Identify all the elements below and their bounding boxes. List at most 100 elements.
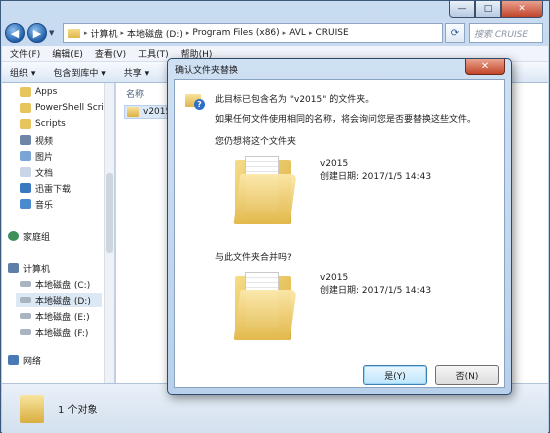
dialog-message: 此目标已包含名为 "v2015" 的文件夹。 [215, 95, 375, 105]
picture-library-icon [20, 151, 31, 161]
music-library-icon [20, 199, 31, 209]
breadcrumb-drive-d[interactable]: 本地磁盘 (D:) [127, 27, 183, 40]
folder-icon [68, 28, 80, 38]
nav-item-label: 本地磁盘 (C:) [35, 280, 91, 291]
nav-item-label: 计算机 [23, 264, 51, 275]
nav-item-label: 迅雷下载 [35, 184, 72, 195]
navigation-pane: Apps PowerShell Scri Scripts 视频 图片 文档 迅雷… [2, 83, 115, 383]
nav-item-music[interactable]: 音乐 [20, 197, 53, 211]
close-button[interactable]: ✕ [501, 1, 543, 18]
nav-drive-c[interactable]: 本地磁盘 (C:) [20, 277, 90, 291]
nav-item-label: 本地磁盘 (D:) [35, 296, 91, 307]
video-library-icon [20, 135, 31, 145]
no-button[interactable]: 否(N) [435, 365, 499, 385]
menu-edit[interactable]: 编辑(E) [52, 47, 83, 60]
target-folder-icon [233, 272, 297, 342]
nav-item-label: 音乐 [35, 200, 54, 211]
nav-computer[interactable]: 计算机 [8, 261, 50, 275]
nav-drive-f[interactable]: 本地磁盘 (F:) [20, 325, 88, 339]
breadcrumb-separator-icon: ▸ [120, 29, 125, 37]
scrollbar-thumb[interactable] [106, 173, 113, 253]
breadcrumb-separator-icon: ▸ [308, 29, 313, 37]
nav-item-label: PowerShell Scri [35, 103, 104, 113]
back-button[interactable]: ◀ [5, 23, 25, 43]
homegroup-icon [8, 231, 19, 241]
nav-scrollbar[interactable] [104, 83, 114, 383]
folder-icon [20, 103, 31, 113]
refresh-button[interactable]: ⟳ [445, 23, 465, 43]
nav-item-downloads[interactable]: 迅雷下载 [20, 181, 71, 195]
column-header-name[interactable]: 名称 [126, 87, 144, 100]
menu-tools[interactable]: 工具(T) [138, 47, 169, 60]
drive-icon [20, 297, 31, 303]
dialog-title: 确认文件夹替换 [175, 66, 239, 76]
source-folder-name: v2015 [320, 159, 349, 169]
network-icon [8, 355, 19, 365]
dialog-body: ? 此目标已包含名为 "v2015" 的文件夹。 如果任何文件使用相同的名称，将… [174, 79, 505, 388]
folder-icon [20, 119, 31, 129]
breadcrumb-separator-icon: ▸ [282, 29, 287, 37]
breadcrumb-separator-icon: ▸ [185, 29, 190, 37]
nav-item-videos[interactable]: 视频 [20, 133, 53, 147]
address-bar[interactable]: ▸ 计算机 ▸ 本地磁盘 (D:) ▸ Program Files (x86) … [63, 23, 443, 43]
download-library-icon [20, 183, 31, 193]
dialog-detail: 如果任何文件使用相同的名称，将会询问您是否要替换这些文件。 [215, 115, 477, 125]
drive-icon [20, 329, 31, 335]
menu-view[interactable]: 查看(V) [95, 47, 126, 60]
organize-button[interactable]: 组织 ▾ [10, 66, 35, 79]
nav-item-apps[interactable]: Apps [20, 85, 57, 99]
dialog-close-button[interactable]: ✕ [465, 59, 505, 75]
nav-item-label: Scripts [35, 119, 66, 129]
nav-item-label: 文档 [35, 168, 54, 179]
nav-network[interactable]: 网络 [8, 353, 41, 367]
confirm-folder-replace-dialog: 确认文件夹替换 ✕ ? 此目标已包含名为 "v2015" 的文件夹。 如果任何文… [167, 58, 512, 395]
close-icon: ✕ [480, 61, 490, 72]
nav-item-scripts[interactable]: Scripts [20, 117, 66, 131]
maximize-button[interactable]: □ [475, 1, 501, 18]
nav-item-label: 图片 [35, 152, 54, 163]
nav-homegroup[interactable]: 家庭组 [8, 229, 50, 243]
dialog-question-source: 您仍想将这个文件夹 [215, 137, 297, 147]
forward-button[interactable]: ▶ [27, 23, 47, 43]
caption-buttons: — □ ✕ [449, 1, 543, 18]
breadcrumb-program-files[interactable]: Program Files (x86) [192, 28, 279, 38]
document-library-icon [20, 167, 31, 177]
target-folder-name: v2015 [320, 273, 349, 283]
nav-item-documents[interactable]: 文档 [20, 165, 53, 179]
nav-item-pictures[interactable]: 图片 [20, 149, 53, 163]
include-in-library-button[interactable]: 包含到库中 ▾ [53, 66, 105, 79]
nav-item-label: 本地磁盘 (F:) [35, 328, 89, 339]
nav-item-label: 网络 [23, 356, 42, 367]
navigation-row: ◀ ▶ ▼ ▸ 计算机 ▸ 本地磁盘 (D:) ▸ Program Files … [5, 21, 543, 45]
target-folder-date: 创建日期: 2017/1/5 14:43 [320, 286, 432, 296]
history-dropdown[interactable]: ▼ [49, 29, 59, 37]
nav-item-label: Apps [35, 87, 58, 97]
nav-item-label: 本地磁盘 (E:) [35, 312, 90, 323]
folder-icon [20, 394, 44, 423]
folder-question-icon: ? [185, 90, 205, 110]
arrow-left-icon: ◀ [10, 26, 20, 40]
minimize-button[interactable]: — [449, 1, 475, 18]
breadcrumb-computer[interactable]: 计算机 [91, 27, 118, 40]
folder-icon [127, 107, 139, 117]
nav-item-powershell[interactable]: PowerShell Scri [20, 101, 104, 115]
search-input[interactable]: 搜索 CRUISE [469, 23, 543, 43]
item-count: 1 个对象 [58, 405, 98, 416]
nav-item-label: 家庭组 [23, 232, 51, 243]
share-button[interactable]: 共享 ▾ [124, 66, 149, 79]
dialog-question-target: 与此文件夹合并吗? [215, 253, 292, 263]
yes-button[interactable]: 是(Y) [363, 365, 427, 385]
drive-icon [20, 281, 31, 287]
breadcrumb-cruise[interactable]: CRUISE [315, 28, 348, 38]
nav-drive-d[interactable]: 本地磁盘 (D:) [16, 293, 102, 307]
computer-icon [8, 263, 19, 273]
source-folder-icon [233, 156, 297, 226]
breadcrumb-avl[interactable]: AVL [289, 28, 306, 38]
source-folder-date: 创建日期: 2017/1/5 14:43 [320, 172, 432, 182]
refresh-icon: ⟳ [450, 27, 460, 39]
arrow-right-icon: ▶ [32, 26, 42, 40]
breadcrumb-separator-icon: ▸ [84, 29, 88, 37]
folder-icon [20, 87, 31, 97]
nav-drive-e[interactable]: 本地磁盘 (E:) [20, 309, 90, 323]
menu-file[interactable]: 文件(F) [10, 47, 40, 60]
